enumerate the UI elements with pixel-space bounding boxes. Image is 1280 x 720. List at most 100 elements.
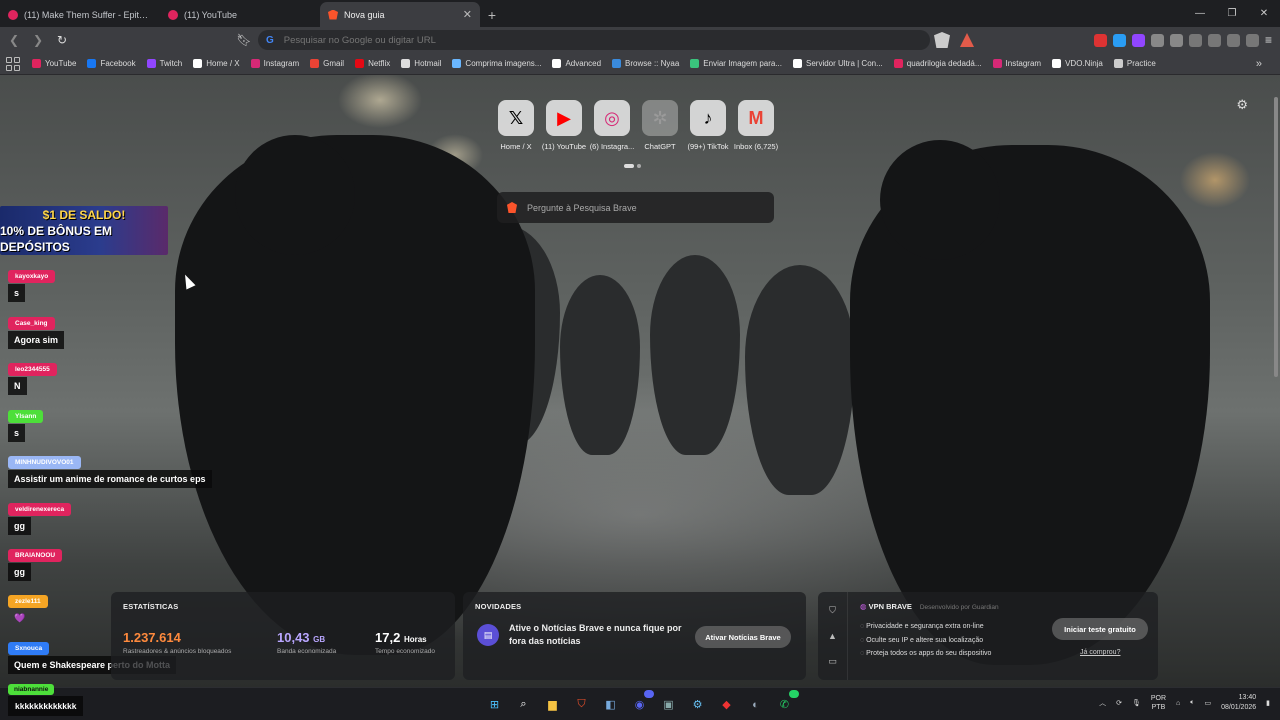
minimize-icon[interactable]: — [1184, 0, 1216, 27]
rewards-icon[interactable]: ▲ [828, 631, 837, 641]
app-icon[interactable]: ◧ [600, 694, 621, 715]
brave-icon[interactable]: ⛉ [571, 694, 592, 715]
apps-icon[interactable] [6, 56, 20, 71]
steam-icon[interactable]: ⚙ [687, 694, 708, 715]
top-site-tiktok[interactable]: ♪ (99+) TikTok [687, 100, 729, 151]
chat-last-message: kkkkkkkkkkkkk [8, 696, 84, 716]
media-icon[interactable] [1188, 33, 1202, 47]
volume-icon[interactable]: 🔈︎ [1190, 699, 1194, 707]
close-window-icon[interactable]: ✕ [1248, 0, 1280, 27]
bookmark-practice[interactable]: Practice [1113, 59, 1156, 68]
bookmark-x[interactable]: Home / X [193, 59, 240, 68]
chat-message: leo2344555 N [8, 358, 57, 395]
youtube-icon: ▶ [546, 100, 582, 136]
new-tab-button[interactable]: + [480, 2, 504, 27]
network-icon[interactable]: ⌂ [1176, 700, 1180, 707]
maximize-icon[interactable]: ❐ [1216, 0, 1248, 27]
top-site-x[interactable]: 𝕏 Home / X [496, 100, 536, 151]
taskbar: ⊞ ⌕ ▆ ⛉ ◧ ◉ 99 ▣ ⚙ ◆ ◐ ✆ 54 ︿ ⟳ 🎙︎ POR PTB … [0, 687, 1280, 720]
close-tab-icon[interactable]: ✕ [463, 8, 472, 21]
extension-icon[interactable] [1169, 33, 1183, 47]
back-icon[interactable]: ❮ [4, 30, 24, 50]
address-input[interactable] [283, 34, 922, 46]
bookmark-twitch[interactable]: Twitch [146, 59, 182, 68]
bookmark-gmail[interactable]: Gmail [310, 59, 344, 68]
top-site-instagram[interactable]: ◎ (6) Instagra... [590, 100, 634, 151]
bookmark-youtube[interactable]: YouTube [32, 59, 76, 68]
reload-icon[interactable]: ↻ [52, 30, 72, 50]
forward-icon[interactable]: ❯ [28, 30, 48, 50]
new-tab-page: 𝕏 Home / X ▶ (11) YouTube ◎ (6) Instagra… [0, 75, 1280, 687]
discord-icon[interactable]: ◉ 99 [629, 690, 654, 715]
bookmark-comprima[interactable]: Comprima imagens... [452, 59, 541, 68]
tiktok-icon: ♪ [690, 100, 726, 136]
brave-shields-icon[interactable] [934, 32, 950, 48]
taskbar-apps: ⊞ ⌕ ▆ ⛉ ◧ ◉ 99 ▣ ⚙ ◆ ◐ ✆ 54 [484, 690, 799, 715]
top-sites-pager[interactable] [624, 164, 641, 168]
menu-icon[interactable]: ≡ [1265, 33, 1272, 47]
app-icon[interactable]: ◆ [716, 694, 737, 715]
vpn-shield-icon[interactable]: ⛉ [829, 605, 836, 616]
bookmark-vdo-ninja[interactable]: VDO.Ninja [1052, 59, 1103, 68]
brave-search-box[interactable]: Pergunte à Pesquisa Brave [497, 192, 774, 223]
app-icon[interactable]: ◐ [745, 694, 766, 715]
enable-news-button[interactable]: Ativar Notícias Brave [695, 626, 791, 648]
wallet-icon[interactable] [1226, 33, 1240, 47]
chevron-up-icon[interactable]: ︿ [1099, 698, 1106, 708]
tab-strip: (11) Make Them Suffer - Epitaph (LYRIC (… [0, 0, 1280, 27]
bookmark-advanced[interactable]: Advanced [552, 59, 601, 68]
wallpaper-crow-left-head [235, 135, 355, 255]
extension-icon[interactable] [1150, 33, 1164, 47]
bookmark-icon[interactable]: 🔖︎ [236, 32, 252, 48]
already-purchased-link[interactable]: Já comprou? [1080, 649, 1120, 656]
stat-time: 17,2 Horas Tempo economizado [375, 630, 435, 655]
bookmark-servidor-ultra[interactable]: Servidor Ultra | Con... [793, 59, 883, 68]
talk-icon[interactable]: ▭ [828, 656, 837, 667]
stat-bandwidth: 10,43 GB Banda economizada [277, 630, 337, 655]
background-crow [560, 275, 640, 455]
top-site-youtube[interactable]: ▶ (11) YouTube [542, 100, 586, 151]
app-icon[interactable]: ▣ [658, 694, 679, 715]
gear-icon[interactable]: ⚙ [1236, 97, 1248, 113]
language-indicator[interactable]: POR PTB [1151, 694, 1166, 712]
file-explorer-icon[interactable]: ▆ [542, 694, 563, 715]
start-trial-button[interactable]: Iniciar teste gratuito [1052, 618, 1148, 640]
mic-icon[interactable]: 🎙︎ [1132, 699, 1141, 707]
notification-icon[interactable]: ▮ [1266, 699, 1270, 707]
extensions-area: ≡ [1093, 33, 1272, 47]
bookmark-nyaa[interactable]: Browse :: Nyaa [612, 59, 679, 68]
tab-make-them-suffer[interactable]: (11) Make Them Suffer - Epitaph (LYRIC [0, 2, 160, 27]
search-icon[interactable]: ⌕ [513, 694, 534, 715]
bookmark-instagram[interactable]: Instagram [250, 59, 299, 68]
address-bar[interactable]: G [258, 30, 930, 50]
brave-rewards-icon[interactable] [960, 33, 974, 47]
bookmark-netflix[interactable]: Netflix [355, 59, 390, 68]
top-site-gmail[interactable]: M Inbox (6,725) [734, 100, 778, 151]
extension-icon[interactable] [1093, 33, 1107, 47]
tab-youtube[interactable]: (11) YouTube [160, 2, 320, 27]
whatsapp-icon[interactable]: ✆ 54 [774, 690, 799, 715]
extension-icon[interactable] [1131, 33, 1145, 47]
sync-icon[interactable]: ⟳ [1116, 699, 1122, 707]
youtube-icon [8, 9, 18, 20]
bookmark-instagram-2[interactable]: Instagram [992, 59, 1041, 68]
bookmark-quadrilogia[interactable]: quadrilogia dedadá... [893, 59, 982, 68]
wallpaper-crow-left [175, 135, 535, 655]
bookmark-hotmail[interactable]: Hotmail [401, 59, 441, 68]
sidebar-icon[interactable] [1207, 33, 1221, 47]
top-site-chatgpt[interactable]: ✲ ChatGPT [640, 100, 680, 151]
battery-icon[interactable]: ▭ [1204, 699, 1211, 707]
news-card: NOVIDADES ▤ Ative o Notícias Brave e nun… [463, 592, 806, 680]
extension-icon[interactable] [1112, 33, 1126, 47]
tab-new-tab[interactable]: Nova guia ✕ [320, 2, 480, 27]
more-bookmarks-icon[interactable]: » [1256, 58, 1262, 70]
vpn-features: Privacidade e segurança extra on-line Oc… [860, 620, 991, 661]
chat-message: Case_king Agora sim [8, 312, 65, 349]
bookmark-facebook[interactable]: Facebook [87, 59, 136, 68]
clock[interactable]: 13:40 08/01/2026 [1221, 693, 1256, 713]
vpn-icon[interactable] [1245, 33, 1259, 47]
bookmark-enviar-imagem[interactable]: Enviar Imagem para... [690, 59, 782, 68]
scrollbar[interactable] [1272, 75, 1280, 687]
windows-start-icon[interactable]: ⊞ [484, 694, 505, 715]
tab-title: (11) Make Them Suffer - Epitaph (LYRIC [24, 9, 152, 20]
